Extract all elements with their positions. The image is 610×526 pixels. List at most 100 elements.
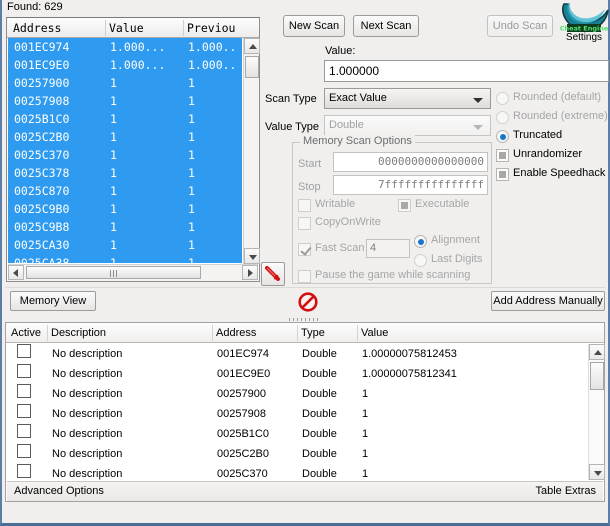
memory-view-button[interactable]: Memory View xyxy=(10,291,96,311)
rounded-default-label: Rounded (default) xyxy=(513,91,602,103)
cheat-engine-window: Found: 629 Address Value Previou 001EC97… xyxy=(0,0,610,526)
scan-results-vertical-scrollbar[interactable] xyxy=(243,38,260,264)
undo-scan-button[interactable]: Undo Scan xyxy=(487,15,553,37)
row-active-checkbox[interactable] xyxy=(17,364,31,378)
cheat-table-row[interactable]: No description 0025C370 Double 1 xyxy=(7,464,587,480)
scan-result-row[interactable]: 0025CA30 1 1 xyxy=(8,236,242,254)
scroll-down-button[interactable] xyxy=(589,464,605,480)
scrollbar-thumb[interactable] xyxy=(245,56,259,78)
result-address: 0025B1C0 xyxy=(14,112,70,126)
scan-result-row[interactable]: 00257908 1 1 xyxy=(8,92,242,110)
scan-result-row[interactable]: 0025B1C0 1 1 xyxy=(8,110,242,128)
cheat-table-row[interactable]: No description 00257900 Double 1 xyxy=(7,384,587,404)
add-address-manually-button[interactable]: Add Address Manually xyxy=(491,291,605,311)
scan-results-horizontal-scrollbar[interactable] xyxy=(8,264,258,281)
scrollbar-thumb[interactable] xyxy=(26,266,201,279)
scan-result-row[interactable]: 001EC974 1.000... 1.000.. xyxy=(8,38,242,56)
advanced-options-link[interactable]: Advanced Options xyxy=(14,485,104,497)
row-value: 1 xyxy=(362,428,369,440)
row-value: 1 xyxy=(362,468,369,480)
fast-scan-alignment-input[interactable]: 4 xyxy=(366,239,410,258)
row-active-checkbox[interactable] xyxy=(17,424,31,438)
chevron-left-icon xyxy=(13,269,18,277)
cheat-table-row[interactable]: No description 0025C2B0 Double 1 xyxy=(7,444,587,464)
settings-button[interactable]: Cheat Engine Settings xyxy=(558,0,610,50)
rounded-extreme-label: Rounded (extreme) xyxy=(513,110,608,122)
scan-result-row[interactable]: 0025CA38 1 1 xyxy=(8,254,242,263)
cheat-table-list[interactable]: No description 001EC974 Double 1.0000007581… xyxy=(7,344,587,480)
cheat-table-row[interactable]: No description 00257908 Double 1 xyxy=(7,404,587,424)
start-address-input[interactable]: 0000000000000000 xyxy=(333,152,488,172)
cheat-table-col-address[interactable]: Address xyxy=(216,327,256,339)
scrollbar-thumb[interactable] xyxy=(590,362,604,390)
cheat-table-col-description[interactable]: Description xyxy=(51,327,106,339)
result-previous: 1 xyxy=(188,112,195,126)
cheat-table-col-type[interactable]: Type xyxy=(301,327,325,339)
column-divider[interactable] xyxy=(297,325,298,341)
value-input[interactable]: 1.000000 xyxy=(324,60,609,82)
value-type-select[interactable]: Double xyxy=(324,115,491,136)
next-scan-button[interactable]: Next Scan xyxy=(353,15,419,37)
row-active-checkbox[interactable] xyxy=(17,344,31,358)
scroll-left-button[interactable] xyxy=(8,265,24,280)
scan-results-col-address[interactable]: Address xyxy=(13,21,61,35)
stop-scan-button[interactable] xyxy=(296,290,320,314)
scroll-up-button[interactable] xyxy=(244,38,260,54)
scroll-down-button[interactable] xyxy=(244,248,260,264)
column-divider[interactable] xyxy=(183,20,184,36)
result-value: 1 xyxy=(110,112,117,126)
add-selected-addresses-button[interactable] xyxy=(261,262,285,286)
scan-result-row[interactable]: 0025C9B0 1 1 xyxy=(8,200,242,218)
checkbox-indicator xyxy=(298,199,311,212)
scan-result-row[interactable]: 0025C870 1 1 xyxy=(8,182,242,200)
cheat-table-row[interactable]: No description 001EC974 Double 1.0000007581… xyxy=(7,344,587,364)
result-address: 00257900 xyxy=(14,76,70,90)
scan-results-panel: Address Value Previou 001EC974 1.000... 1.… xyxy=(6,17,260,282)
scan-result-row[interactable]: 00257900 1 1 xyxy=(8,74,242,92)
row-active-checkbox[interactable] xyxy=(17,444,31,458)
column-divider[interactable] xyxy=(212,325,213,341)
scan-result-row[interactable]: 0025C2B0 1 1 xyxy=(8,128,242,146)
stop-address-input[interactable]: 7fffffffffffffff xyxy=(333,175,488,195)
scan-results-col-previous[interactable]: Previou xyxy=(187,21,235,35)
scan-result-row[interactable]: 0025C370 1 1 xyxy=(8,146,242,164)
result-value: 1 xyxy=(110,94,117,108)
column-divider[interactable] xyxy=(105,20,106,36)
chevron-right-icon xyxy=(248,269,253,277)
scan-result-row[interactable]: 0025C9B8 1 1 xyxy=(8,218,242,236)
scan-results-list[interactable]: 001EC974 1.000... 1.000.. 001EC9E0 1.000... 1… xyxy=(8,38,242,263)
cheat-table-vertical-scrollbar[interactable] xyxy=(588,344,605,480)
unrandomizer-label: Unrandomizer xyxy=(513,148,583,160)
cheat-table-row[interactable]: No description 0025B1C0 Double 1 xyxy=(7,424,587,444)
row-active-checkbox[interactable] xyxy=(17,464,31,478)
row-type: Double xyxy=(302,428,337,440)
table-extras-link[interactable]: Table Extras xyxy=(535,485,596,497)
scan-type-value: Exact Value xyxy=(329,92,387,104)
cheat-table-col-value[interactable]: Value xyxy=(361,327,388,339)
row-description: No description xyxy=(52,448,123,460)
writable-label: Writable xyxy=(315,198,356,210)
scan-result-row[interactable]: 001EC9E0 1.000... 1.000.. xyxy=(8,56,242,74)
scan-type-select[interactable]: Exact Value xyxy=(324,88,491,109)
result-previous: 1 xyxy=(188,76,195,90)
chevron-down-icon xyxy=(473,98,483,103)
row-address: 0025B1C0 xyxy=(217,428,269,440)
row-description: No description xyxy=(52,428,123,440)
result-value: 1 xyxy=(110,184,117,198)
new-scan-button[interactable]: New Scan xyxy=(283,15,345,37)
column-divider[interactable] xyxy=(47,325,48,341)
row-active-checkbox[interactable] xyxy=(17,384,31,398)
cheat-table-col-active[interactable]: Active xyxy=(11,327,41,339)
scan-result-row[interactable]: 0025C378 1 1 xyxy=(8,164,242,182)
result-value: 1 xyxy=(110,238,117,252)
memory-scan-options-title: Memory Scan Options xyxy=(300,135,415,147)
scan-results-col-value[interactable]: Value xyxy=(109,21,144,35)
row-value: 1 xyxy=(362,388,369,400)
scroll-right-button[interactable] xyxy=(242,265,258,280)
cheat-table-row[interactable]: No description 001EC9E0 Double 1.0000007581… xyxy=(7,364,587,384)
stop-label: Stop xyxy=(298,181,321,193)
chevron-up-icon xyxy=(249,44,257,49)
scroll-up-button[interactable] xyxy=(589,344,605,360)
row-active-checkbox[interactable] xyxy=(17,404,31,418)
column-divider[interactable] xyxy=(357,325,358,341)
